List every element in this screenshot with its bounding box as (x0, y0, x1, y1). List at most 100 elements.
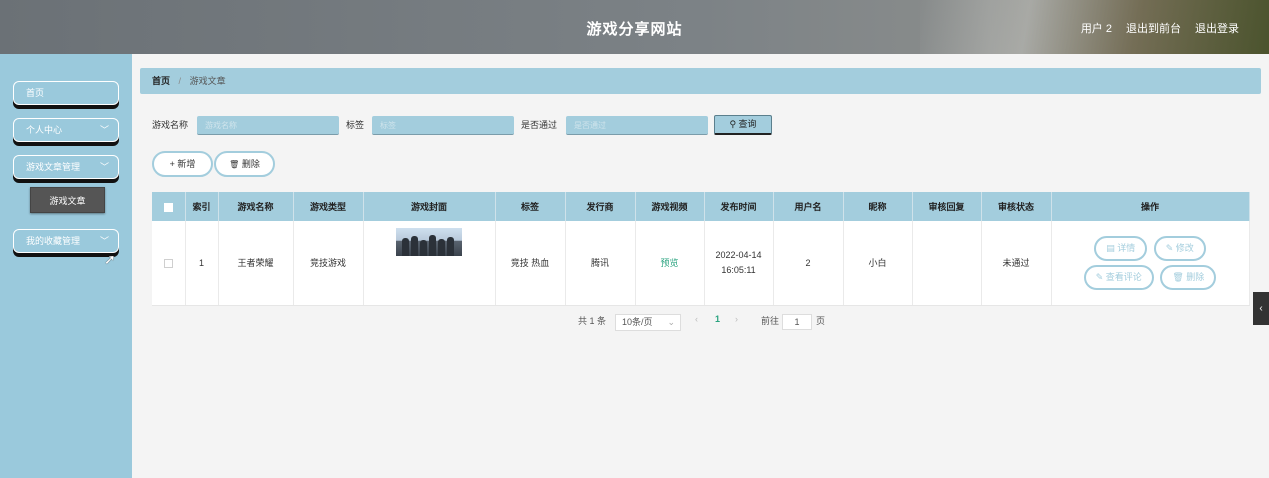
add-button-label: 新增 (177, 159, 196, 169)
publish-date: 2022-04-14 (715, 249, 762, 260)
breadcrumb: 首页 / 游戏文章 (140, 68, 1261, 94)
header-links: 用户 2 退出到前台 退出登录 (1081, 20, 1239, 36)
column-header[interactable]: 游戏类型 (293, 192, 364, 221)
trash-icon: 🗑 (229, 160, 240, 169)
add-button[interactable]: + 新增 (152, 151, 213, 177)
cell-operations: ▤ 详情 ✎ 修改 ✎ 查看评论 🗑 删除 (1051, 221, 1250, 306)
column-header[interactable]: 游戏视频 (635, 192, 705, 221)
row-delete-label: 删除 (1186, 271, 1205, 282)
column-header[interactable]: 索引 (185, 192, 219, 221)
cell-game-type: 竞技游戏 (293, 221, 364, 306)
sidebar-item-home[interactable]: 首页 (13, 81, 119, 105)
detail-button[interactable]: ▤ 详情 (1094, 235, 1148, 261)
column-header[interactable]: 发布时间 (704, 192, 774, 221)
cell-tags: 竞技 热血 (495, 221, 566, 306)
cell-index: 1 (185, 221, 219, 306)
search-icon: ⚲ (729, 119, 737, 129)
publish-clock: 16:05:11 (721, 264, 756, 275)
main-content: 首页 / 游戏文章 游戏名称 游戏名称 标签 标签 是否通过 是否通过 ⚲ 查询… (132, 54, 1269, 478)
game-cover-image[interactable] (396, 227, 462, 256)
video-preview-link[interactable]: 预览 (660, 258, 678, 268)
cell-review-status: 未通过 (981, 221, 1052, 306)
page-size-value: 10条/页 (622, 317, 653, 327)
row-select-cell (152, 221, 186, 306)
row-checkbox[interactable] (163, 258, 173, 268)
game-name-label: 游戏名称 (152, 120, 189, 130)
page-size-select[interactable]: 10条/页 ⌄ (615, 314, 681, 331)
cell-review-reply (912, 221, 982, 306)
cell-cover (363, 221, 496, 306)
sidebar-item-label: 我的收藏管理 (26, 236, 81, 246)
column-header: 操作 (1051, 192, 1250, 221)
site-title: 游戏分享网站 (586, 21, 683, 38)
query-button[interactable]: ⚲ 查询 (714, 115, 772, 135)
pencil-icon: ✎ (1095, 271, 1106, 282)
detail-button-label: 详情 (1117, 242, 1136, 253)
goto-page-input[interactable]: 1 (782, 314, 812, 330)
exit-to-front-link[interactable]: 退出到前台 (1126, 20, 1181, 36)
trash-icon: 🗑 (1172, 271, 1187, 282)
column-header[interactable]: 游戏名称 (218, 192, 294, 221)
pencil-icon: ✎ (1165, 242, 1176, 253)
chevron-down-icon: ﹀ (99, 125, 109, 135)
delete-button[interactable]: 🗑 删除 (214, 151, 275, 177)
next-page-button[interactable]: › (735, 314, 738, 324)
prev-page-button[interactable]: ‹ (695, 314, 698, 324)
breadcrumb-separator: / (178, 76, 182, 86)
top-header: 游戏分享网站 用户 2 退出到前台 退出登录 (0, 0, 1269, 54)
current-user-link[interactable]: 用户 2 (1081, 20, 1112, 36)
game-name-input[interactable]: 游戏名称 (197, 116, 339, 135)
pass-status-select[interactable]: 是否通过 (566, 116, 708, 135)
table-header-row: 索引 游戏名称 游戏类型 游戏封面 标签 发行商 游戏视频 发布时间 用户名 昵… (152, 192, 1250, 221)
article-table: 索引 游戏名称 游戏类型 游戏封面 标签 发行商 游戏视频 发布时间 用户名 昵… (152, 192, 1250, 306)
delete-button-label: 删除 (241, 159, 260, 169)
mouse-cursor-icon: ➚ (104, 251, 116, 267)
plus-icon: + (169, 159, 175, 169)
chevron-down-icon: ﹀ (99, 236, 109, 246)
document-icon: ▤ (1106, 242, 1118, 253)
sidebar: 首页 个人中心 ﹀ 游戏文章管理 ﹀ 游戏文章 我的收藏管理 ﹀ ➚ (0, 54, 132, 478)
goto-label: 前往 (761, 316, 780, 326)
query-button-label: 查询 (738, 119, 757, 129)
column-header[interactable]: 标签 (495, 192, 566, 221)
sidebar-item-label: 游戏文章管理 (26, 162, 81, 172)
chevron-down-icon: ⌄ (667, 317, 675, 327)
edit-button-label: 修改 (1175, 242, 1194, 253)
sidebar-item-personal-center[interactable]: 个人中心 ﹀ (13, 118, 119, 142)
view-comments-button[interactable]: ✎ 查看评论 (1083, 264, 1154, 290)
view-comments-label: 查看评论 (1105, 271, 1142, 282)
column-header[interactable]: 游戏封面 (363, 192, 496, 221)
sidebar-item-label: 个人中心 (26, 125, 63, 135)
select-all-checkbox[interactable] (163, 202, 173, 212)
logout-link[interactable]: 退出登录 (1195, 20, 1239, 36)
edit-button[interactable]: ✎ 修改 (1153, 235, 1206, 261)
sidebar-item-article-manage[interactable]: 游戏文章管理 ﹀ (13, 155, 119, 179)
breadcrumb-home[interactable]: 首页 (152, 76, 170, 86)
column-header[interactable]: 发行商 (565, 192, 636, 221)
breadcrumb-current: 游戏文章 (189, 76, 226, 86)
column-header[interactable]: 用户名 (773, 192, 844, 221)
row-delete-button[interactable]: 🗑 删除 (1160, 264, 1217, 290)
pass-status-label: 是否通过 (521, 120, 558, 130)
sidebar-item-label: 首页 (26, 88, 45, 98)
page-number-1[interactable]: 1 (715, 314, 720, 324)
cell-publisher: 腾讯 (565, 221, 636, 306)
pagination-total: 共 1 条 (578, 316, 607, 326)
tag-label: 标签 (346, 120, 365, 130)
cell-nickname: 小白 (843, 221, 913, 306)
select-all-header (152, 192, 186, 221)
tag-input[interactable]: 标签 (372, 116, 514, 135)
column-header[interactable]: 昵称 (843, 192, 913, 221)
sidebar-subitem-game-article[interactable]: 游戏文章 (30, 187, 105, 213)
cell-username: 2 (773, 221, 844, 306)
cell-video: 预览 (635, 221, 705, 306)
table-row: 1 王者荣耀 竞技游戏 竞技 热血 腾讯 预览 2022-04-14 16:05… (152, 221, 1250, 306)
cell-publish-time: 2022-04-14 16:05:11 (704, 221, 774, 306)
column-header[interactable]: 审核回复 (912, 192, 982, 221)
page-unit-label: 页 (816, 316, 826, 326)
sidebar-item-favorites-manage[interactable]: 我的收藏管理 ﹀ (13, 229, 119, 253)
collapse-panel-tab[interactable]: ‹ (1253, 292, 1269, 325)
cell-game-name: 王者荣耀 (218, 221, 294, 306)
column-header[interactable]: 审核状态 (981, 192, 1052, 221)
chevron-down-icon: ﹀ (99, 162, 109, 172)
